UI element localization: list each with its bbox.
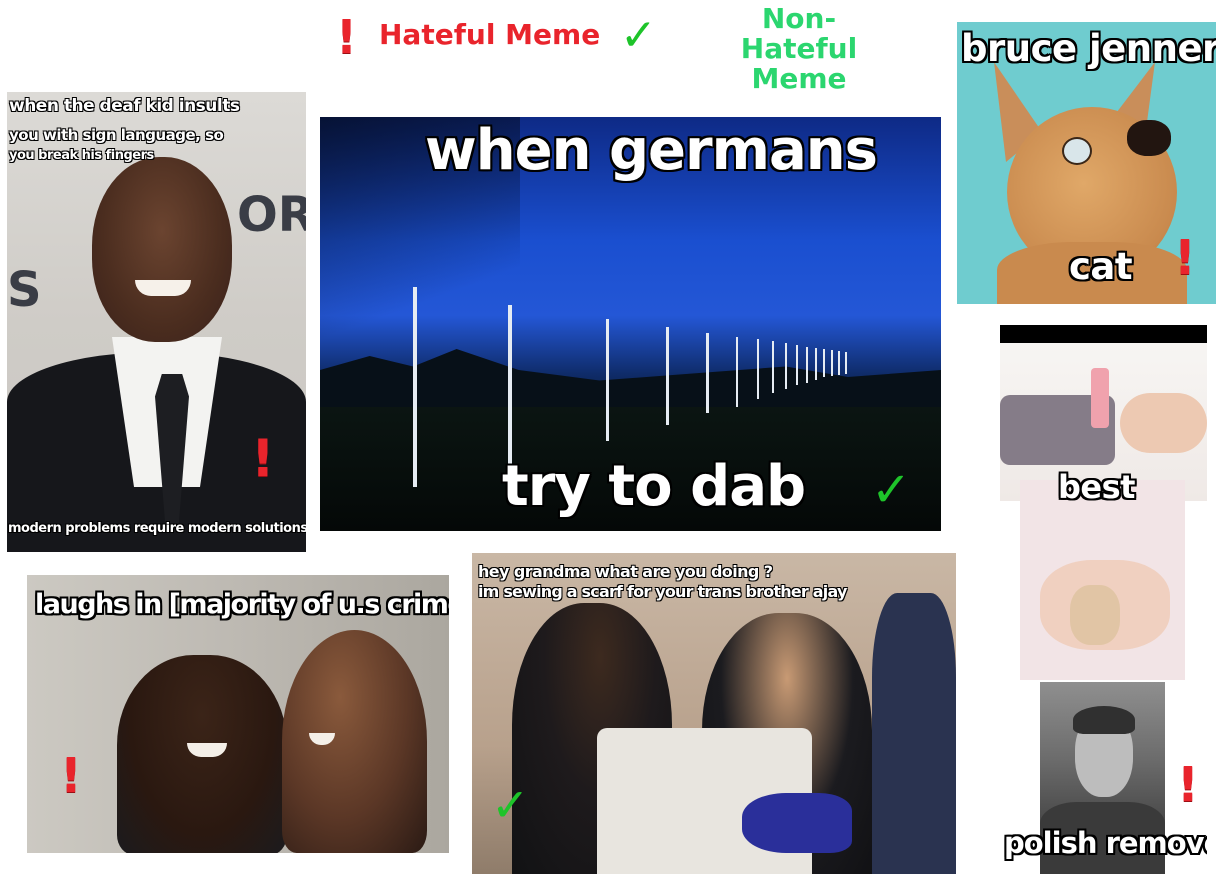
hateful-legend-label: Hateful Meme bbox=[379, 18, 601, 51]
light-pole bbox=[796, 345, 798, 385]
backdrop-letters-2: S bbox=[7, 262, 42, 318]
meme-caption-line1: hey grandma what are you doing ? bbox=[478, 562, 773, 581]
meme-bottom-caption: polish removers bbox=[1004, 826, 1207, 860]
hateful-marker: ! bbox=[1177, 757, 1199, 813]
light-pole bbox=[815, 348, 817, 380]
hateful-marker: ! bbox=[60, 748, 82, 804]
meme-polish: best polish removers bbox=[1000, 325, 1207, 874]
non-hateful-marker: ✓ bbox=[491, 778, 530, 832]
black-bar-top bbox=[1000, 325, 1207, 343]
meme-bottom-caption: try to dab bbox=[502, 454, 806, 519]
light-pole bbox=[838, 351, 840, 375]
meme-germans: when germans try to dab bbox=[320, 117, 941, 531]
portrait-hair bbox=[1073, 706, 1135, 734]
mannequin bbox=[872, 593, 956, 874]
light-pole bbox=[806, 347, 808, 383]
hateful-marker: ! bbox=[1174, 230, 1196, 286]
light-pole bbox=[785, 343, 787, 389]
person-smile bbox=[135, 280, 191, 296]
non-hateful-label-line2: Meme bbox=[751, 62, 847, 96]
nail-polish-bottle bbox=[1091, 368, 1109, 428]
non-hateful-marker: ✓ bbox=[871, 462, 912, 518]
hateful-legend-icon: ! bbox=[336, 10, 357, 64]
meme-top-caption: when germans bbox=[425, 118, 878, 183]
meme-caption-line2: you with sign language, so bbox=[9, 126, 224, 144]
light-pole bbox=[831, 350, 833, 376]
light-pole bbox=[706, 333, 709, 413]
person-woman bbox=[282, 630, 427, 853]
meme-bottom-caption: cat bbox=[1069, 245, 1133, 288]
meme-grandma: hey grandma what are you doing ? im sewi… bbox=[472, 553, 956, 874]
light-pole bbox=[666, 327, 669, 425]
meme-caption-line1: when the deaf kid insults bbox=[9, 96, 240, 116]
light-pole bbox=[772, 341, 774, 393]
blue-fabric bbox=[742, 793, 852, 853]
light-pole bbox=[845, 352, 847, 374]
panel-remover bbox=[1020, 480, 1185, 680]
non-hateful-legend-icon: ✓ bbox=[620, 10, 657, 61]
dog-eye bbox=[1062, 137, 1092, 165]
backdrop-letters: ORS bbox=[237, 187, 306, 243]
meme-middle-caption: best bbox=[1058, 468, 1135, 506]
person-head bbox=[92, 157, 232, 342]
hands bbox=[1040, 560, 1170, 650]
light-pole bbox=[606, 319, 609, 441]
light-pole bbox=[413, 287, 417, 487]
meme-top-caption: bruce jenner's bbox=[961, 27, 1216, 70]
meme-top-caption: laughs in [majority of u.s crime rate] bbox=[35, 589, 449, 620]
non-hateful-label-line1: Non-Hateful bbox=[740, 2, 858, 66]
meme-laughs: laughs in [majority of u.s crime rate] bbox=[27, 575, 449, 853]
light-pole bbox=[757, 339, 759, 399]
hand bbox=[1120, 393, 1207, 453]
non-hateful-legend-label: Non-Hateful Meme bbox=[706, 2, 892, 96]
light-pole bbox=[823, 349, 825, 377]
dog-nose bbox=[1127, 120, 1171, 156]
meme-caption-line2: im sewing a scarf for your trans brother… bbox=[478, 582, 847, 601]
meme-caption-line3: you break his fingers bbox=[9, 148, 154, 163]
meme-bottom-caption: modern problems require modern solutions bbox=[8, 521, 306, 536]
light-pole bbox=[508, 305, 512, 465]
hateful-marker: ! bbox=[251, 429, 275, 489]
light-pole bbox=[736, 337, 738, 407]
